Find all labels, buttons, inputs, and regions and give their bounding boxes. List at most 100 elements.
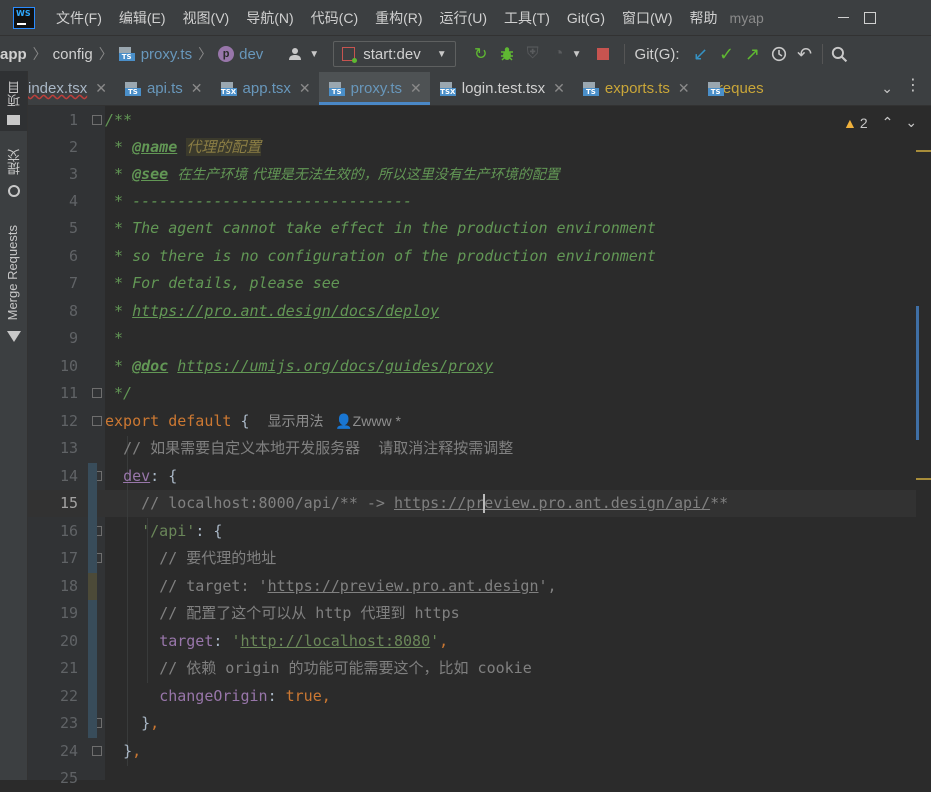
line-number: 3 xyxy=(68,165,78,183)
npm-run-icon xyxy=(342,47,358,63)
merge-requests-label: Merge Requests xyxy=(5,225,20,321)
fold-marker-icon[interactable] xyxy=(92,115,102,125)
close-icon[interactable]: ✕ xyxy=(553,80,565,97)
line-number: 21 xyxy=(59,659,78,677)
code-line-9: * xyxy=(105,329,124,347)
line-number: 18 xyxy=(59,577,78,595)
warning-stripe-mark[interactable] xyxy=(916,478,931,480)
tab-exports-ts[interactable]: TS exports.ts ✕ xyxy=(573,72,698,105)
proxy-docs-link[interactable]: https://umijs.org/docs/guides/proxy xyxy=(177,357,493,375)
maximize-button[interactable] xyxy=(847,0,893,35)
tab-api-ts[interactable]: TS api.ts ✕ xyxy=(115,72,211,105)
fold-marker-icon[interactable] xyxy=(92,416,102,426)
tsx-test-file-icon: TSX xyxy=(439,81,456,96)
menu-run[interactable]: 运行(U) xyxy=(440,8,487,28)
line-number: 17 xyxy=(59,549,78,567)
previous-highlight-chevron-up-icon[interactable]: ⌃ xyxy=(882,114,894,131)
stop-icon[interactable] xyxy=(590,41,616,67)
git-rollback-undo-icon[interactable]: ↶ xyxy=(792,41,818,67)
breadcrumb-file[interactable]: proxy.ts xyxy=(141,46,192,63)
vcs-change-marker[interactable] xyxy=(88,573,97,600)
menu-edit[interactable]: 编辑(E) xyxy=(119,8,166,28)
git-commit-check-icon[interactable]: ✓ xyxy=(714,41,740,67)
code-line-3: * @see 在生产环境 代理是无法生效的，所以这里没有生产环境的配置 xyxy=(105,165,560,183)
menu-navigate[interactable]: 导航(N) xyxy=(246,8,293,28)
warning-stripe-mark[interactable] xyxy=(916,150,931,152)
tab-proxy-ts[interactable]: TS proxy.ts ✕ xyxy=(318,72,430,105)
code-line-12: export default { 显示用法 👤Zwww * xyxy=(105,412,401,430)
line-number: 7 xyxy=(68,274,78,292)
coverage-shield-icon[interactable]: ⛨ xyxy=(520,41,546,67)
chevron-down-icon[interactable]: ▼ xyxy=(572,49,582,60)
toolbar-divider xyxy=(623,44,625,64)
more-options-icon[interactable]: ⋮ xyxy=(905,78,921,94)
tab-label: api.ts xyxy=(146,80,183,97)
code-line-11: */ xyxy=(114,384,133,402)
close-icon[interactable]: ✕ xyxy=(95,80,107,97)
close-icon[interactable]: ✕ xyxy=(678,80,690,97)
run-configuration-select[interactable]: start:dev ▼ xyxy=(333,41,456,67)
chevron-down-icon[interactable]: ▼ xyxy=(309,49,319,60)
menu-file[interactable]: 文件(F) xyxy=(56,8,102,28)
fold-marker-icon[interactable] xyxy=(92,388,102,398)
breadcrumb-config[interactable]: config xyxy=(53,46,93,63)
tab-request-ts[interactable]: TS reques xyxy=(698,72,772,105)
menu-code[interactable]: 代码(C) xyxy=(311,8,358,28)
menu-refactor[interactable]: 重构(R) xyxy=(375,8,422,28)
code-line-5: * The agent cannot take effect in the pr… xyxy=(105,219,656,237)
author-hint[interactable]: Zwww * xyxy=(353,413,401,429)
commit-tool-label: 提交 xyxy=(7,149,22,175)
tab-app-tsx[interactable]: TSX app.tsx ✕ xyxy=(211,72,319,105)
close-icon[interactable]: ✕ xyxy=(191,80,203,97)
tab-label: proxy.ts xyxy=(350,80,403,97)
project-tool-label: 项目 xyxy=(7,81,22,107)
menu-window[interactable]: 窗口(W) xyxy=(622,8,673,28)
tab-list-chevron-down-icon[interactable]: ⌄ xyxy=(881,80,893,97)
show-usages-hint[interactable]: 显示用法 xyxy=(268,413,324,429)
breadcrumb-app[interactable]: app xyxy=(0,46,27,63)
menu-help[interactable]: 帮助 xyxy=(690,8,718,28)
tab-label: index.tsx xyxy=(28,80,88,97)
code-line-14: dev: { xyxy=(123,467,178,485)
typescript-file-icon: TS xyxy=(124,81,141,96)
line-number: 22 xyxy=(59,687,78,705)
debug-bug-icon[interactable] xyxy=(494,41,520,67)
merge-requests-tool-button[interactable]: Merge Requests xyxy=(0,221,27,351)
code-line-18: // target: 'https://preview.pro.ant.desi… xyxy=(159,577,557,595)
fold-marker-icon[interactable] xyxy=(92,746,102,756)
inspections-widget[interactable]: ▲ 2 ⌃ ⌄ xyxy=(843,114,916,131)
profiler-icon[interactable]: ◔ xyxy=(546,41,572,67)
line-number: 5 xyxy=(68,219,78,237)
git-update-arrow-icon[interactable]: ↙ xyxy=(688,41,714,67)
menu-view[interactable]: 视图(V) xyxy=(183,8,230,28)
preview-target-link[interactable]: https://preview.pro.ant.design xyxy=(268,577,539,595)
code-line-23: }, xyxy=(141,714,160,732)
project-tool-button[interactable]: 项目 xyxy=(0,71,27,131)
code-line-17: // 要代理的地址 xyxy=(159,549,277,567)
preview-api-link[interactable]: https://preview.pro.ant.design/api/ xyxy=(394,494,710,512)
code-line-10: * @doc https://umijs.org/docs/guides/pro… xyxy=(105,357,494,375)
commit-tool-button[interactable]: 提交 xyxy=(0,143,27,203)
close-icon[interactable]: ✕ xyxy=(410,80,422,97)
breadcrumb-dev[interactable]: dev xyxy=(239,46,263,63)
menu-tools[interactable]: 工具(T) xyxy=(504,8,550,28)
tab-index-tsx[interactable]: index.tsx ✕ xyxy=(28,72,115,105)
code-editor[interactable]: /** * @name 代理的配置 * @see 在生产环境 代理是无法生效的，… xyxy=(105,106,916,780)
tab-login-test-tsx[interactable]: TSX login.test.tsx ✕ xyxy=(430,72,573,105)
rerun-icon[interactable]: ↻ xyxy=(468,41,494,67)
menu-git[interactable]: Git(G) xyxy=(567,10,605,26)
deploy-docs-link[interactable]: https://pro.ant.design/docs/deploy xyxy=(132,302,439,320)
next-highlight-chevron-down-icon[interactable]: ⌄ xyxy=(905,114,916,131)
user-profile-icon[interactable] xyxy=(283,41,309,67)
vcs-change-marker[interactable] xyxy=(88,600,97,738)
breadcrumb-separator-icon: 〉 xyxy=(98,46,113,62)
webstorm-logo-icon: WS xyxy=(13,6,35,29)
breadcrumb-separator-icon: 〉 xyxy=(32,46,47,62)
localhost-target-link[interactable]: http://localhost:8080 xyxy=(240,632,430,650)
warning-count: 2 xyxy=(859,114,868,131)
search-icon[interactable] xyxy=(827,41,853,67)
close-icon[interactable]: ✕ xyxy=(299,80,311,97)
error-stripe-scrollbar[interactable] xyxy=(916,106,931,780)
git-history-clock-icon[interactable] xyxy=(766,41,792,67)
git-push-arrow-icon[interactable]: ↗ xyxy=(740,41,766,67)
